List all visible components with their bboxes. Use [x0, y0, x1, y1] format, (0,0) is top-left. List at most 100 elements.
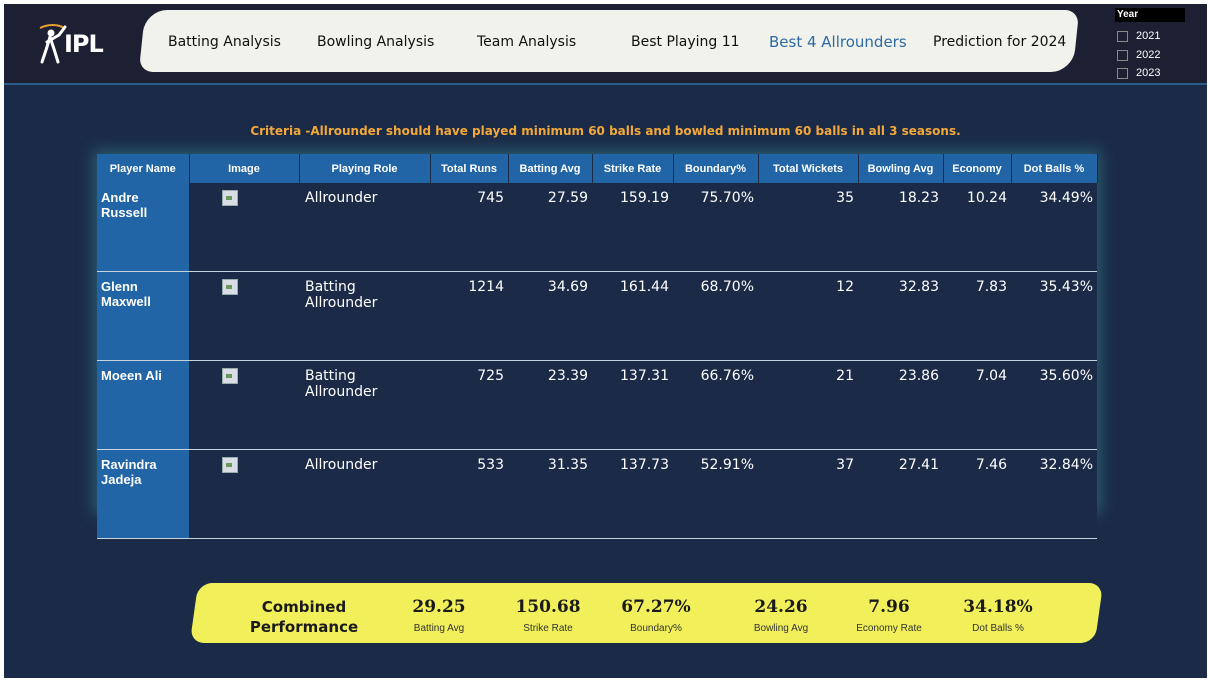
image-cell [189, 271, 299, 361]
combined-title-line: Performance [249, 618, 359, 636]
image-cell [189, 449, 299, 539]
batting-avg: 31.35 [508, 449, 592, 539]
dot-balls-pct: 35.60% [1011, 360, 1097, 450]
column-header[interactable]: Dot Balls % [1011, 154, 1098, 183]
metric-value: 34.18% [963, 597, 1033, 617]
year-option-label: 2023 [1136, 67, 1161, 79]
year-option-2021[interactable]: 2021 [1117, 29, 1160, 43]
table-row[interactable]: Ravindra Jadeja Allrounder 533 31.35 137.… [97, 449, 1097, 539]
batting-avg: 27.59 [508, 183, 592, 272]
column-header[interactable]: Playing Role [299, 154, 431, 183]
dot-balls-pct: 34.49% [1011, 183, 1097, 272]
metric-label: Strike Rate [523, 623, 573, 634]
checkbox-icon[interactable] [1117, 67, 1128, 79]
dot-balls-pct: 32.84% [1011, 449, 1097, 539]
metric-batting-avg: 29.25 Batting Avg [379, 597, 499, 634]
broken-image-icon [222, 368, 238, 384]
nav-bar: Batting Analysis Bowling Analysis Team A… [154, 10, 1074, 72]
combined-title: Combined Performance [234, 597, 374, 637]
year-option-2022[interactable]: 2022 [1117, 48, 1160, 62]
checkbox-icon[interactable] [1117, 49, 1128, 61]
player-name: Ravindra [101, 457, 157, 472]
broken-image-icon [222, 457, 238, 473]
column-header[interactable]: Total Wickets [758, 154, 859, 183]
nav-best-playing-11[interactable]: Best Playing 11 [631, 34, 740, 50]
player-name-cell: Andre Russell [97, 183, 189, 272]
checkbox-icon[interactable] [1117, 30, 1128, 42]
report-canvas: IPL Batting Analysis Bowling Analysis Te… [4, 4, 1207, 678]
metric-label: Dot Balls % [972, 623, 1024, 634]
column-header[interactable]: Batting Avg [508, 154, 593, 183]
batsman-icon [39, 24, 67, 64]
metric-bowling-avg: 24.26 Bowling Avg [721, 597, 841, 634]
year-option-label: 2021 [1136, 30, 1161, 42]
player-name-cell: Moeen Ali [97, 360, 189, 450]
broken-image-icon [222, 279, 238, 295]
bowling-avg: 23.86 [858, 360, 943, 450]
economy: 7.04 [943, 360, 1011, 450]
nav-prediction-2024[interactable]: Prediction for 2024 [933, 34, 1066, 50]
boundary-pct: 75.70% [673, 183, 758, 272]
total-wickets: 12 [758, 271, 858, 361]
bowling-avg: 27.41 [858, 449, 943, 539]
metric-value: 7.96 [868, 597, 910, 617]
total-runs: 1214 [430, 271, 508, 361]
year-option-label: 2022 [1136, 49, 1161, 61]
table-row[interactable]: Andre Russell Allrounder 745 27.59 159.19… [97, 183, 1097, 272]
allrounders-table-container: Player Name Image Playing Role Total Run… [97, 154, 1098, 539]
player-name: Jadeja [101, 472, 142, 487]
logo-text: IPL [64, 30, 104, 58]
total-runs: 533 [430, 449, 508, 539]
column-header[interactable]: Bowling Avg [858, 154, 944, 183]
strike-rate: 159.19 [592, 183, 673, 272]
total-wickets: 37 [758, 449, 858, 539]
table-row[interactable]: Moeen Ali Batting Allrounder 725 23.39 1… [97, 360, 1097, 450]
metric-label: Boundary% [630, 623, 682, 634]
economy: 7.46 [943, 449, 1011, 539]
top-bar-divider [4, 83, 1207, 85]
metric-label: Economy Rate [856, 623, 922, 634]
combined-performance-panel: Combined Performance 29.25 Batting Avg 1… [194, 583, 1099, 643]
image-cell [189, 360, 299, 450]
metric-economy-rate: 7.96 Economy Rate [829, 597, 949, 634]
criteria-text: Criteria -Allrounder should have played … [250, 124, 961, 138]
allrounders-table: Player Name Image Playing Role Total Run… [97, 154, 1098, 539]
image-cell [189, 183, 299, 272]
strike-rate: 137.31 [592, 360, 673, 450]
year-slicer: Year 2021 2022 2023 [1115, 8, 1187, 82]
metric-label: Batting Avg [413, 623, 465, 634]
nav-team-analysis[interactable]: Team Analysis [477, 34, 576, 50]
player-name-cell: Ravindra Jadeja [97, 449, 189, 539]
column-header[interactable]: Total Runs [430, 154, 509, 183]
player-name: Glenn [101, 279, 138, 294]
table-row[interactable]: Glenn Maxwell Batting Allrounder 1214 34.… [97, 271, 1097, 361]
metric-boundary: 67.27% Boundary% [596, 597, 716, 634]
metric-dot-balls: 34.18% Dot Balls % [938, 597, 1058, 634]
year-option-2023[interactable]: 2023 [1117, 66, 1160, 80]
player-name: Russell [101, 205, 148, 220]
nav-bowling-analysis[interactable]: Bowling Analysis [317, 34, 434, 50]
nav-batting-analysis[interactable]: Batting Analysis [168, 34, 281, 50]
economy: 7.83 [943, 271, 1011, 361]
playing-role: Allrounder [299, 449, 430, 539]
strike-rate: 137.73 [592, 449, 673, 539]
metric-value: 29.25 [412, 597, 466, 617]
dot-balls-pct: 35.43% [1011, 271, 1097, 361]
batting-avg: 23.39 [508, 360, 592, 450]
column-header[interactable]: Image [189, 154, 300, 183]
boundary-pct: 52.91% [673, 449, 758, 539]
player-name-cell: Glenn Maxwell [97, 271, 189, 361]
playing-role: Batting Allrounder [299, 360, 430, 450]
column-header[interactable]: Player Name [97, 154, 190, 183]
metric-strike-rate: 150.68 Strike Rate [488, 597, 608, 634]
column-header[interactable]: Strike Rate [592, 154, 674, 183]
nav-best-4-allrounders[interactable]: Best 4 Allrounders [769, 33, 907, 51]
broken-image-icon [222, 190, 238, 206]
playing-role: Allrounder [299, 183, 430, 272]
player-name: Andre [101, 190, 139, 205]
boundary-pct: 68.70% [673, 271, 758, 361]
metric-value: 24.26 [754, 597, 808, 617]
column-header[interactable]: Boundary% [673, 154, 759, 183]
column-header[interactable]: Economy [943, 154, 1012, 183]
total-wickets: 21 [758, 360, 858, 450]
